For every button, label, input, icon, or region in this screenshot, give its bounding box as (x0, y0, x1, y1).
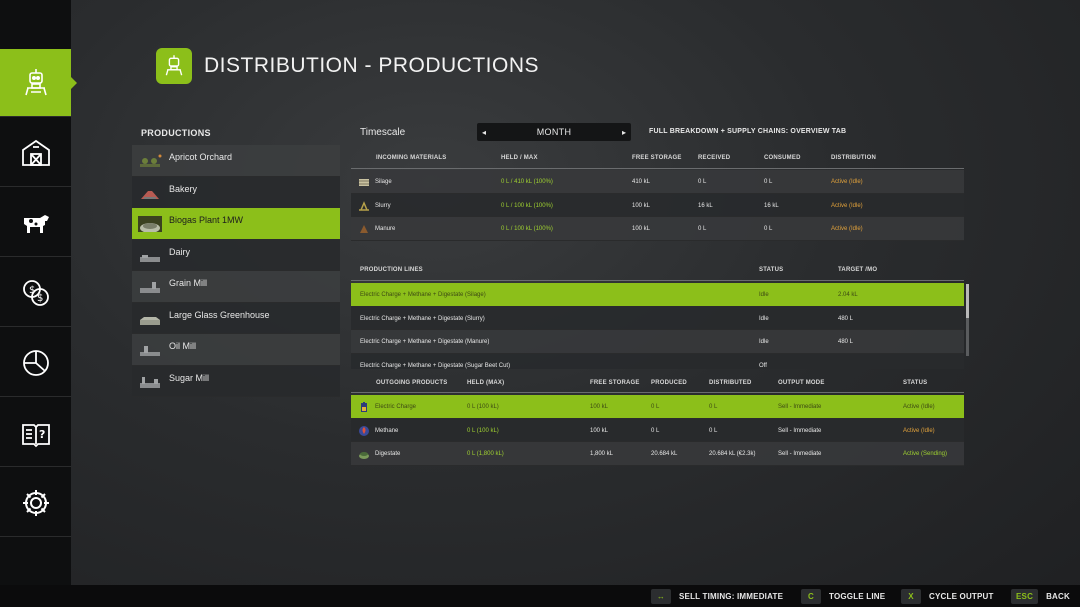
lines-scrollbar-thumb[interactable] (966, 284, 969, 318)
incoming-table: Silage 0 L / 410 kL (100%) 410 kL 0 L 0 … (351, 170, 964, 241)
timescale-selector[interactable]: ◂ MONTH ▸ (477, 123, 631, 141)
table-row[interactable]: Electric Charge + Methane + Digestate (S… (351, 283, 964, 307)
production-item-sugar-mill[interactable]: Sugar Mill (132, 365, 340, 397)
incoming-header-received: RECEIVED (698, 155, 731, 161)
nav-statistics-button[interactable] (0, 329, 71, 397)
table-row[interactable]: Electric Charge + Methane + Digestate (M… (351, 330, 964, 354)
greenhouse-thumbnail-icon (140, 316, 160, 325)
timescale-label: Timescale (360, 127, 406, 138)
table-row[interactable]: Silage 0 L / 410 kL (100%) 410 kL 0 L 0 … (351, 170, 964, 194)
svg-text:$: $ (29, 285, 35, 296)
svg-text:?: ? (39, 428, 45, 441)
battery-icon (361, 402, 367, 412)
production-item-large-glass-greenhouse[interactable]: Large Glass Greenhouse (132, 302, 340, 334)
production-icon (165, 55, 183, 76)
grain-mill-thumbnail-icon (140, 282, 160, 293)
nav-help-button[interactable]: ? (0, 399, 71, 467)
outgoing-header-distributed: DISTRIBUTED (709, 380, 752, 386)
table-row[interactable]: Manure 0 L / 100 kL (100%) 100 kL 0 L 0 … (351, 217, 964, 241)
production-item-oil-mill[interactable]: Oil Mill (132, 334, 340, 366)
x-key-icon: X (901, 589, 921, 604)
table-row[interactable]: Electric Charge 0 L (100 kL) 100 kL 0 L … (351, 395, 964, 419)
silage-icon (359, 179, 369, 186)
incoming-header-name: INCOMING MATERIALS (376, 155, 447, 161)
chevron-left-icon[interactable]: ◂ (482, 128, 486, 137)
slurry-icon (359, 200, 369, 211)
orchard-thumbnail-icon (140, 154, 162, 167)
table-row[interactable]: Electric Charge + Methane + Digestate (S… (351, 353, 964, 369)
left-nav-rail: $ $ ? (0, 0, 77, 607)
page-title: DISTRIBUTION - PRODUCTIONS (204, 54, 540, 77)
outgoing-header-held: HELD (MAX) (467, 380, 505, 386)
productions-list: Apricot Orchard Bakery Biogas Plant 1MW … (132, 145, 340, 397)
c-key-icon: C (801, 589, 821, 604)
production-item-dairy[interactable]: Dairy (132, 239, 340, 271)
finance-icon: $$ (22, 279, 49, 306)
outgoing-header-produced: PRODUCED (651, 380, 687, 386)
pie-chart-icon (22, 349, 49, 376)
help-book-icon: ? (21, 423, 50, 447)
production-item-grain-mill[interactable]: Grain Mill (132, 271, 340, 303)
divider (351, 280, 964, 281)
table-row[interactable]: Electric Charge + Methane + Digestate (S… (351, 306, 964, 330)
overview-hint: FULL BREAKDOWN + SUPPLY CHAINS: OVERVIEW… (649, 128, 847, 135)
nav-settings-button[interactable] (0, 469, 71, 537)
productions-list-title: PRODUCTIONS (141, 128, 211, 138)
chevron-right-icon[interactable]: ▸ (622, 128, 626, 137)
incoming-header-free: FREE STORAGE (632, 155, 682, 161)
nav-productions-button[interactable] (0, 49, 77, 117)
outgoing-header-name: OUTGOING PRODUCTS (376, 380, 448, 386)
production-icon (24, 68, 47, 95)
production-item-apricot-orchard[interactable]: Apricot Orchard (132, 145, 340, 177)
back-hint[interactable]: ESC BACK (1011, 589, 1070, 604)
dairy-thumbnail-icon (140, 254, 160, 262)
outgoing-header-mode: OUTPUT MODE (778, 380, 825, 386)
page-title-icon (156, 48, 192, 84)
table-row[interactable]: Slurry 0 L / 100 kL (100%) 100 kL 16 kL … (351, 193, 964, 217)
production-item-biogas-plant[interactable]: Biogas Plant 1MW (132, 208, 340, 240)
arrows-key-icon: ↔ (651, 589, 671, 604)
bakery-thumbnail-icon (141, 190, 159, 199)
timescale-value: MONTH (536, 127, 572, 137)
lines-header-status: STATUS (759, 267, 784, 273)
svg-text:$: $ (37, 293, 43, 304)
incoming-header-distribution: DISTRIBUTION (831, 155, 877, 161)
cow-icon (23, 214, 49, 233)
manure-icon (360, 225, 368, 233)
toggle-line-hint[interactable]: C TOGGLE LINE (801, 589, 885, 604)
table-row[interactable]: Methane 0 L (100 kL) 100 kL 0 L 0 L Sell… (351, 418, 964, 442)
production-item-bakery[interactable]: Bakery (132, 176, 340, 208)
digestate-icon (359, 452, 369, 459)
table-row[interactable]: Digestate 0 L (1,800 kL) 1,800 kL 20.684… (351, 442, 964, 466)
sell-timing-hint[interactable]: ↔ SELL TIMING: IMMEDIATE (651, 589, 783, 604)
esc-key-icon: ESC (1011, 589, 1039, 604)
lines-header-target: TARGET /MO (838, 267, 878, 273)
gear-icon (22, 489, 49, 516)
lines-header-name: PRODUCTION LINES (360, 267, 423, 273)
incoming-header-held: HELD / MAX (501, 155, 538, 161)
cycle-output-hint[interactable]: X CYCLE OUTPUT (901, 589, 994, 604)
oil-mill-thumbnail-icon (140, 346, 160, 356)
outgoing-header-status: STATUS (903, 380, 928, 386)
methane-icon (359, 425, 369, 436)
nav-animals-button[interactable] (0, 189, 71, 257)
biogas-thumbnail-icon (138, 216, 162, 232)
divider (351, 392, 964, 393)
divider (351, 168, 964, 169)
outgoing-table: Electric Charge 0 L (100 kL) 100 kL 0 L … (351, 395, 964, 466)
incoming-header-consumed: CONSUMED (764, 155, 801, 161)
nav-barn-button[interactable] (0, 119, 71, 187)
outgoing-header-free: FREE STORAGE (590, 380, 640, 386)
nav-finance-button[interactable]: $ $ (0, 259, 71, 327)
sugar-mill-thumbnail-icon (140, 376, 160, 388)
barn-icon (21, 139, 50, 166)
production-lines-table: Electric Charge + Methane + Digestate (S… (351, 283, 964, 369)
